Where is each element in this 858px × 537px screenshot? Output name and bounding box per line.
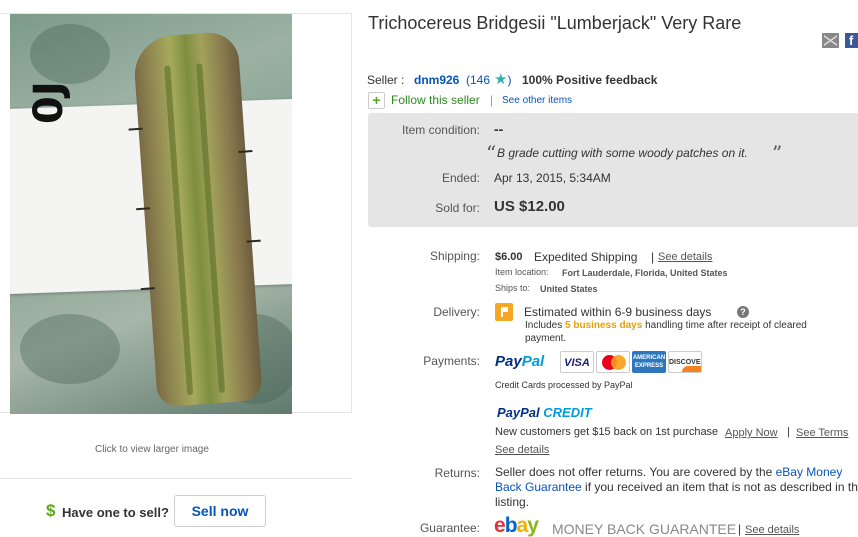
cactus-rib bbox=[196, 63, 226, 393]
item-location-value: Fort Lauderdale, Florida, United States bbox=[562, 268, 728, 278]
cactus-spine bbox=[140, 287, 155, 291]
includes-suffix: handling time after receipt of cleared bbox=[645, 320, 807, 331]
returns-text-before: Seller does not offer returns. You are c… bbox=[495, 465, 776, 479]
seller-feedback-count[interactable]: (146 bbox=[466, 73, 490, 87]
handling-time-note: Includes 5 business days handling time a… bbox=[525, 320, 807, 331]
credit-card-note: Credit Cards processed by PayPal bbox=[495, 380, 633, 390]
sell-prompt: Have one to sell? bbox=[62, 505, 169, 520]
see-other-items-link[interactable]: See other items bbox=[502, 95, 572, 106]
paypal-logo: PayPal bbox=[495, 353, 544, 370]
positive-pct: 100% bbox=[522, 73, 553, 87]
follow-seller-link[interactable]: Follow this seller bbox=[391, 93, 480, 107]
separator: | bbox=[651, 250, 655, 264]
includes-prefix: Includes bbox=[525, 320, 563, 331]
photo-paper-text: 0J bbox=[26, 81, 72, 124]
photo-cactus bbox=[128, 30, 263, 408]
follow-plus-icon[interactable]: + bbox=[368, 92, 385, 109]
separator: | bbox=[490, 93, 494, 107]
card-logos: VISA AMERICAN EXPRESS DISCOVER bbox=[560, 351, 702, 373]
item-location-label: Item location: bbox=[495, 267, 549, 277]
cactus-rib bbox=[164, 65, 194, 396]
visa-card-icon: VISA bbox=[560, 351, 594, 373]
help-icon[interactable]: ? bbox=[737, 306, 749, 318]
discover-card-icon: DISCOVER bbox=[668, 351, 702, 373]
shipping-price: $6.00 bbox=[495, 251, 523, 263]
photo-background-leaf bbox=[20, 314, 120, 384]
apply-now-link[interactable]: Apply Now bbox=[725, 427, 778, 439]
image-panel: 0J bbox=[0, 13, 352, 414]
paypal-credit-offer: New customers get $15 back on 1st purcha… bbox=[495, 426, 719, 438]
feedback-star-icon: ★) bbox=[494, 70, 511, 88]
image-caption[interactable]: Click to view larger image bbox=[95, 444, 209, 455]
photo-background-leaf bbox=[30, 24, 110, 84]
divider bbox=[0, 478, 352, 479]
condition-label: Item condition: bbox=[401, 123, 480, 137]
shipping-label: Shipping: bbox=[429, 249, 480, 263]
star-glyph: ★ bbox=[494, 71, 508, 88]
listing-title: Trichocereus Bridgesii "Lumberjack" Very… bbox=[368, 13, 742, 33]
positive-feedback: 100% Positive feedback bbox=[522, 73, 657, 87]
separator: | bbox=[787, 426, 790, 438]
amex-card-icon: AMERICAN EXPRESS bbox=[632, 351, 666, 373]
quote-close: ” bbox=[772, 141, 783, 165]
ended-value: Apr 13, 2015, 5:34AM bbox=[494, 171, 611, 185]
payments-label: Payments: bbox=[423, 354, 480, 368]
see-terms-link[interactable]: See Terms bbox=[796, 427, 848, 439]
facebook-share-icon[interactable]: f bbox=[845, 33, 858, 48]
condition-note: B grade cutting with some woody patches … bbox=[497, 146, 748, 160]
positive-label: Positive feedback bbox=[556, 73, 658, 87]
paypal-credit-b: CREDIT bbox=[543, 405, 592, 420]
seller-name-link[interactable]: dnm926 bbox=[414, 73, 459, 87]
email-share-icon[interactable] bbox=[822, 33, 839, 48]
feedback-close: ) bbox=[507, 73, 512, 87]
paypal-credit-logo: PayPal CREDIT bbox=[497, 405, 592, 420]
feedback-count[interactable]: (146 bbox=[466, 73, 490, 87]
returns-label: Returns: bbox=[434, 466, 480, 480]
handling-time-note-line2: payment. bbox=[525, 333, 567, 344]
delivery-label: Delivery: bbox=[433, 305, 480, 319]
sold-for-value: US $12.00 bbox=[494, 198, 565, 215]
ships-to-label: Ships to: bbox=[495, 283, 531, 293]
returns-policy: Seller does not offer returns. You are c… bbox=[495, 465, 858, 510]
shipping-details-link[interactable]: See details bbox=[658, 251, 712, 263]
sold-for-label: Sold for: bbox=[435, 201, 480, 215]
paypal-logo-b: Pal bbox=[521, 353, 545, 370]
payment-details-link[interactable]: See details bbox=[495, 444, 549, 456]
item-photo[interactable]: 0J bbox=[10, 14, 292, 414]
seller-label: Seller : bbox=[367, 73, 405, 87]
delivery-flag-icon bbox=[495, 303, 513, 321]
paypal-credit-a: PayPal bbox=[497, 405, 540, 420]
mastercard-icon bbox=[596, 351, 630, 373]
guarantee-label: Guarantee: bbox=[419, 521, 480, 535]
ended-label: Ended: bbox=[441, 171, 480, 185]
paypal-logo-a: Pay bbox=[495, 353, 522, 370]
dollar-icon: $ bbox=[46, 501, 56, 520]
money-back-guarantee-text: MONEY BACK GUARANTEE bbox=[552, 521, 737, 537]
guarantee-details-link[interactable]: See details bbox=[745, 524, 799, 536]
sell-now-button[interactable]: Sell now bbox=[174, 495, 266, 527]
ships-to-value: United States bbox=[540, 284, 598, 294]
delivery-estimate: Estimated within 6-9 business days bbox=[524, 305, 712, 319]
ebay-logo: ebay bbox=[494, 514, 539, 537]
condition-value: -- bbox=[494, 121, 504, 137]
quote-open: “ bbox=[486, 141, 497, 165]
separator: | bbox=[738, 522, 742, 536]
shipping-method: Expedited Shipping bbox=[534, 250, 638, 264]
handling-days: 5 business days bbox=[565, 320, 643, 331]
